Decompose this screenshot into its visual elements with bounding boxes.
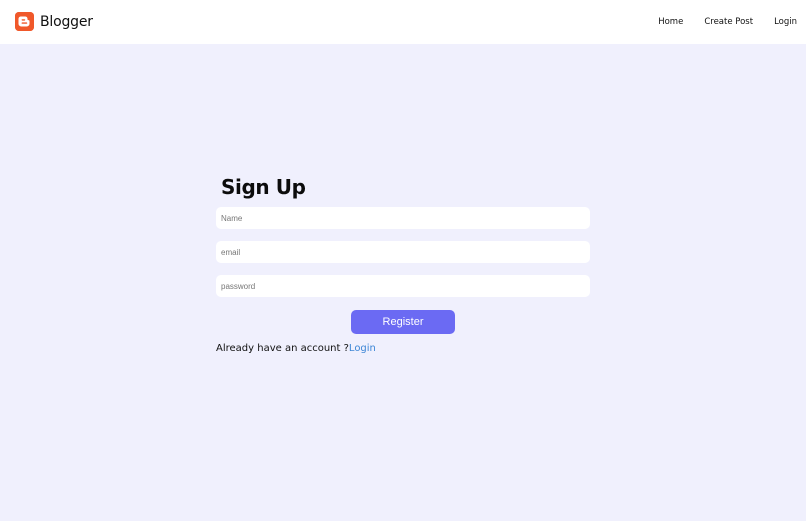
blogger-logo-icon bbox=[15, 12, 34, 31]
login-prompt: Already have an account ?Login bbox=[216, 343, 376, 354]
signup-form: Sign Up Register Already have an account… bbox=[216, 174, 590, 354]
password-input[interactable] bbox=[216, 275, 590, 297]
login-link[interactable]: Login bbox=[349, 343, 376, 354]
page-title: Sign Up bbox=[221, 175, 306, 199]
email-input[interactable] bbox=[216, 241, 590, 263]
brand-name: Blogger bbox=[40, 13, 93, 30]
nav-link-home[interactable]: Home bbox=[658, 17, 683, 27]
name-input[interactable] bbox=[216, 207, 590, 229]
nav-link-create-post[interactable]: Create Post bbox=[704, 17, 753, 27]
nav-link-login[interactable]: Login bbox=[774, 17, 797, 27]
register-button[interactable]: Register bbox=[351, 310, 455, 334]
brand[interactable]: Blogger bbox=[15, 12, 93, 31]
nav-links: Home Create Post Login bbox=[637, 0, 797, 44]
navbar: Blogger Home Create Post Login bbox=[0, 0, 806, 44]
login-prompt-text: Already have an account ? bbox=[216, 343, 349, 354]
